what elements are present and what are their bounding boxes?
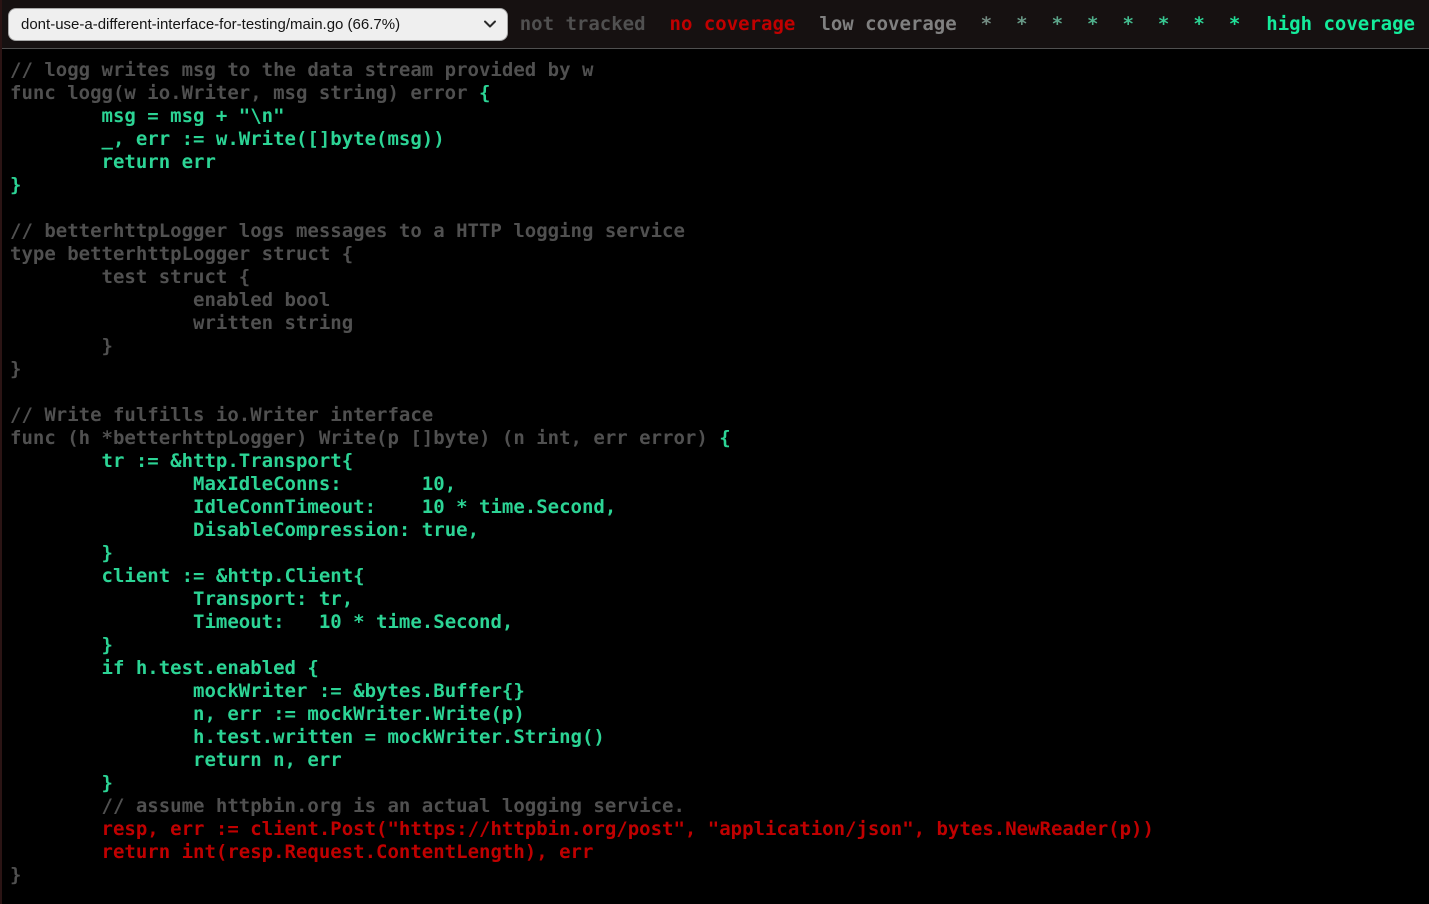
legend-high-coverage: high coverage bbox=[1266, 13, 1415, 35]
window-edge bbox=[0, 0, 2, 904]
code-segment-untracked: } bbox=[10, 864, 21, 886]
legend-gradient-step: * bbox=[1122, 13, 1133, 35]
legend-gradient-step: * bbox=[1193, 13, 1204, 35]
legend-no-coverage: no coverage bbox=[670, 13, 796, 35]
legend-gradient-step: * bbox=[1016, 13, 1027, 35]
legend-gradient-step: * bbox=[1229, 13, 1240, 35]
code: // logg writes msg to the data stream pr… bbox=[10, 59, 1429, 887]
legend-gradient-step: * bbox=[981, 13, 992, 35]
legend-gradient-step: * bbox=[1087, 13, 1098, 35]
legend-not-tracked: not tracked bbox=[520, 13, 646, 35]
legend-low-coverage: low coverage bbox=[819, 13, 956, 35]
file-select-value: dont-use-a-different-interface-for-testi… bbox=[21, 16, 400, 33]
code-segment-untracked: // betterhttpLogger logs messages to a H… bbox=[10, 220, 719, 449]
code-segment-untracked: // logg writes msg to the data stream pr… bbox=[10, 59, 593, 104]
file-select[interactable]: dont-use-a-different-interface-for-testi… bbox=[8, 8, 508, 41]
coverage-legend: not tracked no coverage low coverage * * *… bbox=[508, 13, 1429, 35]
content-area: // logg writes msg to the data stream pr… bbox=[0, 50, 1429, 904]
code-segment-cov0: resp, err := client.Post("https://httpbi… bbox=[10, 818, 1154, 863]
topbar: dont-use-a-different-interface-for-testi… bbox=[0, 0, 1429, 49]
legend-gradient-step: * bbox=[1052, 13, 1063, 35]
code-segment-cov8: { tr := &http.Transport{ MaxIdleConns: 1… bbox=[10, 427, 731, 679]
legend-gradient-step: * bbox=[1158, 13, 1169, 35]
chevron-down-icon bbox=[483, 19, 497, 29]
